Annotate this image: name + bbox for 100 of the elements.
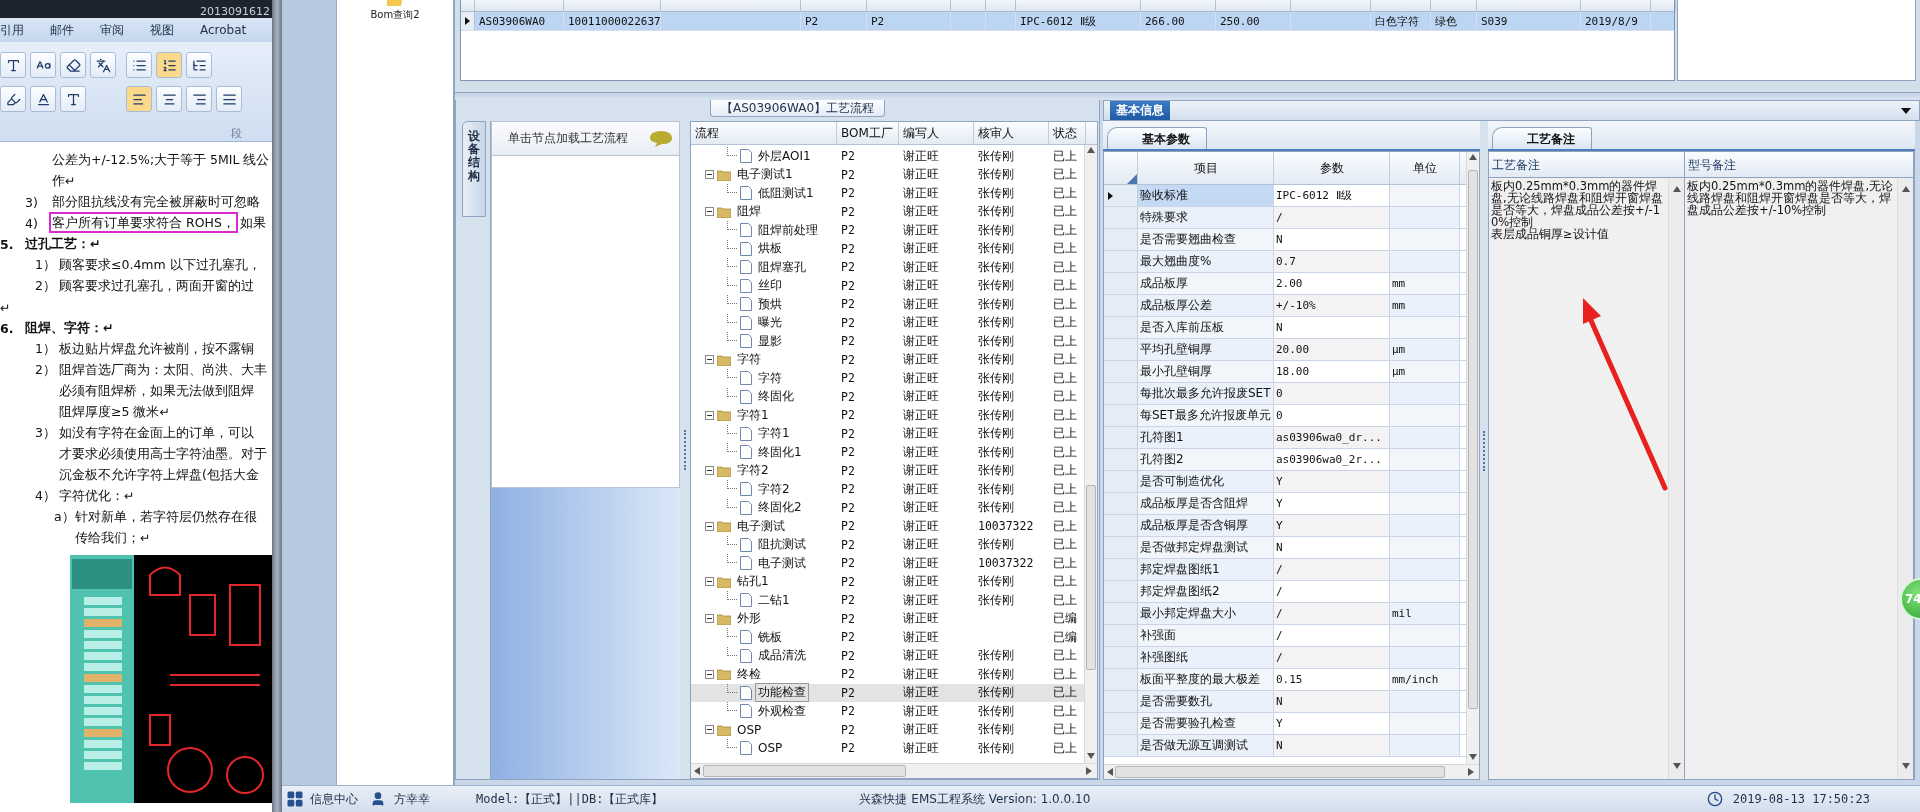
- tree-node[interactable]: 终检: [734, 664, 764, 684]
- tree-node[interactable]: 电子测试: [755, 553, 809, 573]
- eraser-button[interactable]: [60, 52, 86, 78]
- tree-node[interactable]: 二钻1: [755, 590, 793, 610]
- tree-node[interactable]: 电子测试1: [734, 165, 796, 185]
- tree-node[interactable]: 阻焊前处理: [755, 220, 821, 240]
- scrollbar[interactable]: [1466, 152, 1479, 764]
- scroll-left-icon[interactable]: [1107, 768, 1115, 776]
- scrollbar[interactable]: [1084, 145, 1097, 763]
- column-header[interactable]: 核审人: [974, 122, 1049, 144]
- sub-tab[interactable]: 基本参数: [1107, 127, 1207, 149]
- font-size-button[interactable]: [0, 52, 26, 78]
- collapse-icon[interactable]: [705, 577, 714, 587]
- scroll-thumb[interactable]: [1468, 170, 1478, 709]
- table-row[interactable]: 成品板厚 2.00 mm: [1104, 273, 1466, 295]
- table-row[interactable]: 成品板厚是否含铜厚 Y: [1104, 515, 1466, 537]
- tree-node[interactable]: 阻抗测试: [755, 535, 809, 555]
- table-row[interactable]: 最小邦定焊盘大小 / mil: [1104, 603, 1466, 625]
- tree-node[interactable]: 外层AOI1: [755, 146, 814, 166]
- table-row[interactable]: 补强图纸 /: [1104, 647, 1466, 669]
- tree-node[interactable]: 成品清洗: [755, 646, 809, 666]
- ribbon-tab[interactable]: 邮件: [50, 21, 74, 39]
- column-header[interactable]: 项目: [1138, 152, 1274, 184]
- scrollbar[interactable]: [691, 763, 1097, 778]
- tree-node[interactable]: 终固化1: [755, 442, 805, 462]
- numbered-list-button[interactable]: [156, 52, 182, 78]
- case-button[interactable]: [30, 52, 56, 78]
- tree-node[interactable]: 曝光: [755, 313, 785, 333]
- grid-icon[interactable]: [286, 790, 304, 808]
- column-header[interactable]: BOM工厂: [837, 122, 899, 144]
- tree-node[interactable]: 丝印: [755, 276, 785, 296]
- collapse-icon[interactable]: [705, 410, 714, 420]
- table-row[interactable]: 是否做无源互调测试 N: [1104, 735, 1466, 757]
- note-text[interactable]: 板内0.25mm*0.3mm的器件焊盘,无论线路焊盘和阻焊开窗焊盘是否等大，焊盘成品公差按+/-10%控制: [1687, 180, 1895, 216]
- table-row[interactable]: 成品板厚是否含阻焊 Y: [1104, 493, 1466, 515]
- tree-node[interactable]: 外观检查: [755, 701, 809, 721]
- align-left-button[interactable]: [126, 86, 152, 112]
- note-text[interactable]: 板内0.25mm*0.3mm的器件焊盘,无论线路焊盘和阻焊开窗焊盘是否等大，焊盘成品公差按+/-10%控制: [1491, 180, 1666, 228]
- bullet-list-button[interactable]: [126, 52, 152, 78]
- table-row[interactable]: 特殊要求 /: [1104, 207, 1466, 229]
- table-row[interactable]: 最小孔壁铜厚 18.00 μm: [1104, 361, 1466, 383]
- scroll-down-icon[interactable]: [1672, 763, 1681, 771]
- tree-node[interactable]: 字符2: [734, 461, 772, 481]
- table-row[interactable]: 是否入库前压板 N: [1104, 317, 1466, 339]
- tree-node[interactable]: 电子测试: [734, 516, 788, 536]
- table-row[interactable]: 平均孔壁铜厚 20.00 μm: [1104, 339, 1466, 361]
- tree-node[interactable]: 阻焊塞孔: [755, 257, 809, 277]
- collapse-icon[interactable]: [705, 614, 714, 624]
- scroll-left-icon[interactable]: [694, 767, 702, 775]
- table-row[interactable]: 每批次最多允许报废SET 0: [1104, 383, 1466, 405]
- scroll-thumb[interactable]: [703, 765, 907, 777]
- tree-node[interactable]: 预烘: [755, 294, 785, 314]
- tree-node[interactable]: 功能检查: [755, 683, 809, 703]
- side-tab[interactable]: 设备结构: [462, 121, 486, 217]
- table-row[interactable]: 板面平整度的最大极差 0.15 mm/inch: [1104, 669, 1466, 691]
- tree-node[interactable]: 外形: [734, 609, 764, 629]
- table-row[interactable]: 孔符图1 as03906wa0_dr...: [1104, 427, 1466, 449]
- scroll-down-icon[interactable]: [1901, 763, 1910, 771]
- collapse-icon[interactable]: [705, 669, 714, 679]
- tree-node[interactable]: 字符2: [755, 479, 793, 499]
- tree-node[interactable]: 字符1: [734, 405, 772, 425]
- collapse-icon[interactable]: [705, 355, 714, 365]
- font-color-button[interactable]: [30, 86, 56, 112]
- table-row[interactable]: 邦定焊盘图纸2 /: [1104, 581, 1466, 603]
- table-row[interactable]: 验收标准 IPC-6012 Ⅱ级: [1104, 185, 1466, 207]
- table-row[interactable]: 最大翘曲度% 0.7: [1104, 251, 1466, 273]
- note-text[interactable]: 表层成品铜厚≥设计值: [1491, 228, 1666, 240]
- column-header[interactable]: 工艺备注: [1489, 152, 1684, 178]
- scroll-down-icon[interactable]: [1469, 754, 1477, 762]
- table-row[interactable]: 是否做邦定焊盘测试 N: [1104, 537, 1466, 559]
- collapse-icon[interactable]: [705, 170, 714, 180]
- ribbon-tab[interactable]: Acrobat: [200, 23, 247, 37]
- scrollbar[interactable]: [1668, 178, 1684, 779]
- table-row[interactable]: 是否需要数孔 N: [1104, 691, 1466, 713]
- tree-node[interactable]: 铣板: [755, 627, 785, 647]
- dropdown-arrow-icon[interactable]: [1901, 108, 1911, 114]
- collapse-icon[interactable]: [705, 207, 714, 217]
- scroll-thumb[interactable]: [1086, 484, 1096, 671]
- table-row[interactable]: 是否可制造优化 Y: [1104, 471, 1466, 493]
- table-row[interactable]: 是否需要验孔检查 Y: [1104, 713, 1466, 735]
- table-row[interactable]: 邦定焊盘图纸1 /: [1104, 559, 1466, 581]
- collapse-icon[interactable]: [705, 521, 714, 531]
- tree-node[interactable]: 终固化: [755, 387, 797, 407]
- tree-node[interactable]: 钻孔1: [734, 572, 772, 592]
- ribbon-tab[interactable]: 审阅: [100, 21, 124, 39]
- column-header[interactable]: 参数: [1274, 152, 1390, 184]
- tree-node[interactable]: 显影: [755, 331, 785, 351]
- tree-node[interactable]: 字符: [755, 368, 785, 388]
- scroll-up-icon[interactable]: [1901, 186, 1910, 194]
- scrollbar[interactable]: [1104, 764, 1479, 779]
- ribbon-tab[interactable]: 引用: [0, 21, 24, 39]
- column-header[interactable]: 编写人: [899, 122, 974, 144]
- tree-node[interactable]: 字符1: [755, 424, 793, 444]
- multilevel-list-button[interactable]: [186, 52, 212, 78]
- scroll-up-icon[interactable]: [1087, 147, 1095, 155]
- panel-tab[interactable]: 基本信息: [1110, 101, 1170, 120]
- tree-node[interactable]: 字符: [734, 350, 764, 370]
- column-header[interactable]: 流程: [691, 122, 837, 144]
- collapse-icon[interactable]: [705, 466, 714, 476]
- scroll-up-icon[interactable]: [1672, 186, 1681, 194]
